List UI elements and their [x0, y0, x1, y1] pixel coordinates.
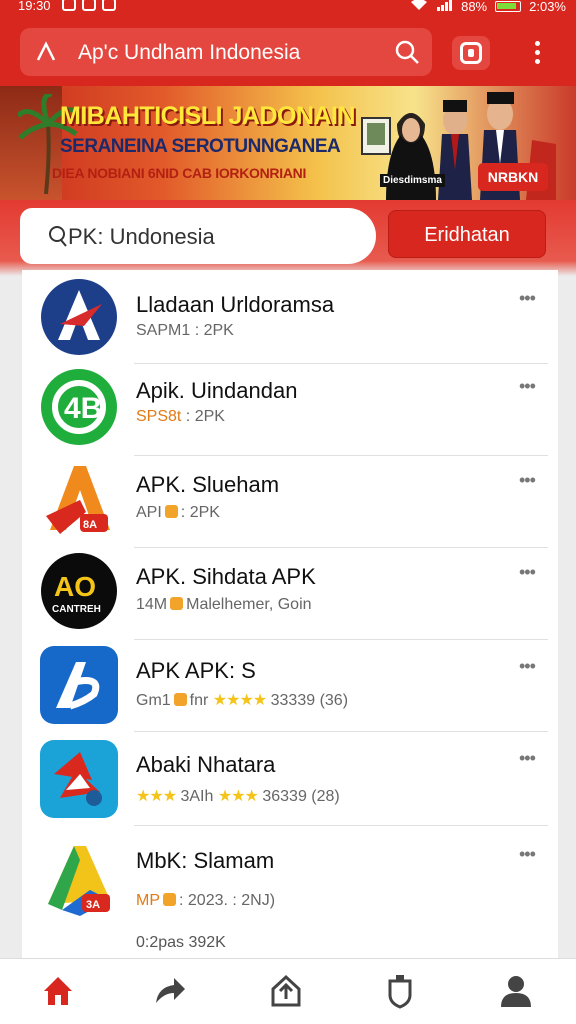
- svg-text:AO: AO: [54, 571, 96, 602]
- app-icon-2: 4B: [41, 369, 117, 445]
- app-meta-suffix: Malelhemer, Goin: [186, 596, 312, 613]
- app-icon-7: 3A: [48, 846, 110, 916]
- orange-badge-icon: [170, 597, 184, 610]
- list-item[interactable]: 3A MbK: Slamam MP : 2023. : 2NJ) •••: [22, 830, 558, 922]
- search-icon[interactable]: [394, 39, 420, 65]
- status-bar: 19:30 88% 2:03%: [0, 0, 576, 16]
- menu-button[interactable]: [526, 38, 548, 68]
- app-icon-5: [40, 646, 118, 724]
- list-item[interactable]: AO CANTREH APK. Sihdata APK 14M Malelheme…: [22, 548, 558, 640]
- home-outline-icon[interactable]: [34, 40, 58, 64]
- banner-subheadline: SERANEINA SEROTUNNGANEA: [60, 136, 341, 157]
- bottom-navigation: [0, 958, 576, 1024]
- app-name: APK. Slueham: [136, 472, 280, 497]
- app-name: APK APK: S: [136, 658, 256, 683]
- divider: [134, 731, 548, 732]
- phone-icon: [82, 0, 96, 11]
- url-text[interactable]: Ap'c Undham Indonesia: [78, 41, 300, 65]
- app-name: MbK: Slamam: [136, 848, 275, 873]
- app-meta: 14M Malelhemer, Goin: [136, 596, 312, 614]
- app-meta-text: Gm1: [136, 692, 171, 709]
- list-item[interactable]: 4B Apik. Uindandan SPS8t : 2PK •••: [22, 364, 558, 456]
- app-name: Apik. Uindandan: [136, 378, 298, 403]
- orange-badge-icon: [173, 693, 187, 706]
- tabs-button[interactable]: [452, 36, 490, 70]
- more-options-icon[interactable]: •••: [519, 844, 536, 865]
- app-meta: SAPM1 : 2PK: [136, 322, 234, 339]
- svg-text:CANTREH: CANTREH: [52, 604, 101, 615]
- list-item[interactable]: Abaki Nhatara ★★★ 3AIh ★★★ 36339 (28) ••…: [22, 734, 558, 826]
- app-meta-text: API: [136, 504, 162, 521]
- search-row: PK: Undonesia Eridhatan: [0, 200, 576, 276]
- rating-stars: ★★★: [136, 788, 177, 805]
- app-meta: API : 2PK: [136, 504, 220, 522]
- browser-top-bar: 19:30 88% 2:03% Ap'c Undham Indonesia: [0, 0, 576, 86]
- search-input[interactable]: PK: Undonesia: [20, 208, 376, 264]
- wifi-icon: [409, 0, 429, 14]
- home-icon[interactable]: [40, 973, 76, 1009]
- app-meta-text: 3AIh: [180, 788, 214, 805]
- app-meta-prefix: MP: [136, 892, 160, 909]
- tabs-icon: [460, 42, 482, 64]
- more-options-icon[interactable]: •••: [519, 288, 536, 309]
- battery-icon: [495, 0, 522, 12]
- upload-icon[interactable]: [268, 973, 304, 1009]
- app-meta: SPS8t : 2PK: [136, 408, 225, 426]
- message-icon: [62, 0, 76, 11]
- app-meta-suffix: : 2PK: [180, 504, 220, 521]
- app-meta: MP : 2023. : 2NJ): [136, 892, 275, 910]
- banner-headline: MIBAHTICISLI JADONAIN: [60, 102, 356, 130]
- banner-promo-button[interactable]: NRBKN: [478, 163, 548, 191]
- search-input-value[interactable]: PK: Undonesia: [68, 224, 215, 250]
- rating-stars: ★★★★: [212, 692, 267, 709]
- more-options-icon[interactable]: •••: [519, 656, 536, 677]
- app-icon-3: 8A: [46, 466, 110, 534]
- app-meta: Gm1 fnr ★★★★ 33339 (36): [136, 690, 348, 710]
- app-rating: 36339 (28): [262, 788, 340, 805]
- rating-stars-secondary: ★★★: [217, 788, 259, 805]
- app-meta: ★★★ 3AIh ★★★ 36339 (28): [136, 786, 340, 806]
- more-options-icon[interactable]: •••: [519, 562, 536, 583]
- more-options-icon[interactable]: •••: [519, 470, 536, 491]
- app-meta-suffix: : 2023. : 2NJ): [179, 892, 276, 909]
- status-time: 19:30: [18, 0, 51, 13]
- shield-icon[interactable]: [382, 973, 418, 1009]
- search-submit-button[interactable]: Eridhatan: [388, 210, 546, 258]
- app-icon-6: [40, 740, 118, 818]
- more-options-icon[interactable]: •••: [519, 376, 536, 397]
- list-item[interactable]: 8A APK. Slueham API : 2PK •••: [22, 456, 558, 548]
- banner-caption: Diesdimsma: [380, 174, 445, 187]
- svg-text:8A: 8A: [83, 519, 97, 531]
- app-rating: 33339 (36): [270, 692, 349, 709]
- promo-banner[interactable]: MIBAHTICISLI JADONAIN SERANEINA SEROTUNN…: [0, 86, 576, 200]
- signal-icon: [437, 0, 453, 14]
- app-list: Lladaan Urldoramsa SAPM1 : 2PK ••• 4B Ap…: [22, 270, 558, 958]
- app-name: Abaki Nhatara: [136, 752, 276, 777]
- svg-text:3A: 3A: [86, 899, 100, 911]
- app-meta-text: : 2PK: [181, 408, 225, 425]
- battery-percent: 88%: [461, 0, 488, 14]
- app-meta-text: 14M: [136, 596, 168, 613]
- search-field-icon: [49, 226, 67, 247]
- app-icon-1: [41, 279, 117, 355]
- more-options-icon[interactable]: •••: [519, 748, 536, 769]
- profile-icon[interactable]: [498, 973, 534, 1009]
- orange-badge-icon: [164, 505, 178, 518]
- address-bar[interactable]: Ap'c Undham Indonesia: [20, 28, 432, 76]
- orange-badge-icon: [163, 893, 176, 906]
- list-item[interactable]: APK APK: S Gm1 fnr ★★★★ 33339 (36) •••: [22, 640, 558, 732]
- status-clock: 2:03%: [529, 0, 566, 14]
- svg-text:4B: 4B: [64, 392, 102, 425]
- app-meta-prefix: SPS8t: [136, 408, 182, 425]
- app-meta-suffix: fnr: [189, 692, 209, 709]
- divider: [134, 825, 548, 826]
- share-icon[interactable]: [152, 973, 188, 1009]
- app-icon: [102, 0, 116, 11]
- list-item[interactable]: Lladaan Urldoramsa SAPM1 : 2PK •••: [22, 272, 558, 364]
- app-name: APK. Sihdata APK: [136, 564, 316, 589]
- list-footer-text: 0:2pas 392K: [136, 934, 226, 951]
- app-name: Lladaan Urldoramsa: [136, 292, 335, 317]
- banner-tagline: DIEA NOBIANI 6NID CAB IORKONRIANI: [52, 165, 307, 181]
- app-icon-4: AO CANTREH: [41, 553, 117, 629]
